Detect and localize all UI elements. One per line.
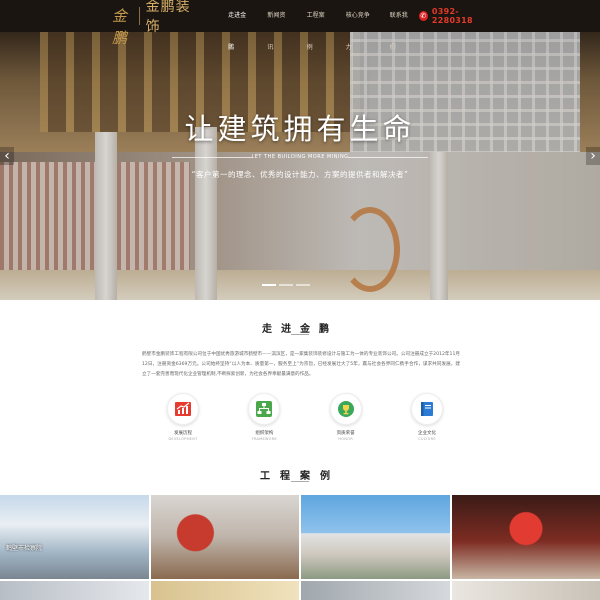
feature-label-en: DEVELOPMENT bbox=[168, 437, 198, 441]
feature-development[interactable]: 发展历程 DEVELOPMENT bbox=[160, 393, 206, 441]
case-item[interactable]: 鹤壁市检察院 bbox=[0, 495, 149, 600]
case-image-next-row bbox=[301, 581, 450, 600]
banner-dot[interactable] bbox=[279, 284, 293, 286]
banner-pagination bbox=[262, 284, 310, 286]
feature-label-en: HONOR bbox=[338, 437, 353, 441]
feature-culture[interactable]: 企业文化 CULTURE bbox=[404, 393, 450, 441]
banner-subtitle-cn: “客户第一的理念、优秀的设计能力、方案的提供者和解决者” bbox=[191, 170, 409, 179]
about-features: 发展历程 DEVELOPMENT 组织架构 FRAMEWORK 资质荣誉 HON… bbox=[160, 393, 450, 441]
banner-subtitle-en: LET THE BUILDING MORE MINING bbox=[251, 154, 349, 160]
growth-chart-icon bbox=[175, 402, 191, 416]
logo-mark: 金鹏 bbox=[112, 7, 128, 47]
case-item[interactable] bbox=[301, 495, 450, 600]
feature-circle bbox=[167, 393, 199, 425]
nav-item-contact[interactable]: 联系我们 bbox=[380, 0, 419, 51]
book-icon bbox=[420, 402, 433, 416]
banner-prev-arrow-icon[interactable]: ‹ bbox=[0, 147, 14, 165]
about-title-underline bbox=[291, 334, 309, 335]
case-item[interactable] bbox=[150, 495, 299, 600]
about-description: 鹤壁市金鹏装饰工程有限公司位于中国优秀旅游城市鹤壁市——淇滨区，是一家集装饰装修… bbox=[142, 352, 460, 377]
feature-label: 企业文化 bbox=[417, 431, 436, 436]
feature-circle bbox=[329, 393, 362, 425]
banner-next-arrow-icon[interactable]: › bbox=[586, 147, 600, 165]
hero-banner: 让建筑拥有生命 LET THE BUILDING MORE MINING “客户… bbox=[0, 32, 600, 300]
site-logo[interactable]: 金鹏 金鹏装饰 bbox=[112, 0, 198, 47]
nav-item-competence[interactable]: 核心竞争力 bbox=[336, 0, 380, 51]
case-image-next-row bbox=[0, 581, 149, 600]
feature-framework[interactable]: 组织架构 FRAMEWORK bbox=[241, 393, 287, 441]
trophy-icon bbox=[337, 401, 354, 417]
case-image bbox=[150, 495, 299, 579]
top-header: 金鹏 金鹏装饰 走进金鹏 新闻资讯 工程案例 核心竞争力 联系我们 ✆ 0392… bbox=[0, 0, 600, 51]
about-section-title: 走进金鹏 bbox=[262, 324, 338, 335]
logo-divider bbox=[138, 7, 140, 25]
nav-item-news[interactable]: 新闻资讯 bbox=[257, 0, 296, 51]
banner-dot[interactable] bbox=[262, 284, 276, 286]
logo-text: 金鹏装饰 bbox=[145, 0, 191, 35]
phone-number: 0392-2280318 bbox=[431, 7, 473, 25]
feature-label-en: FRAMEWORK bbox=[251, 437, 277, 441]
main-nav: 走进金鹏 新闻资讯 工程案例 核心竞争力 联系我们 bbox=[218, 0, 419, 51]
feature-label-en: CULTURE bbox=[418, 437, 436, 441]
case-image bbox=[301, 495, 450, 579]
case-image-next-row bbox=[150, 581, 299, 600]
banner-title: 让建筑拥有生命 bbox=[184, 112, 416, 146]
case-image-next-row bbox=[451, 581, 600, 600]
banner-overlay bbox=[0, 32, 600, 300]
cases-title-underline bbox=[291, 481, 309, 482]
banner-subtitle-line-right bbox=[348, 157, 428, 158]
phone-contact[interactable]: ✆ 0392-2280318 bbox=[419, 7, 492, 25]
cases-grid: 鹤壁市检察院 bbox=[0, 495, 600, 600]
feature-label: 资质荣誉 bbox=[336, 431, 355, 436]
case-caption: 鹤壁市检察院 bbox=[6, 545, 43, 552]
feature-circle bbox=[410, 393, 443, 425]
banner-dot[interactable] bbox=[296, 284, 310, 286]
feature-honor[interactable]: 资质荣誉 HONOR bbox=[323, 393, 369, 441]
phone-icon: ✆ bbox=[419, 11, 428, 21]
case-item[interactable] bbox=[451, 495, 600, 600]
feature-label: 组织架构 bbox=[255, 431, 274, 436]
nav-item-cases[interactable]: 工程案例 bbox=[297, 0, 336, 51]
feature-label: 发展历程 bbox=[174, 431, 192, 436]
feature-circle bbox=[248, 393, 281, 425]
case-image bbox=[451, 495, 600, 579]
nav-item-about[interactable]: 走进金鹏 bbox=[218, 0, 257, 51]
cases-section-title: 工程案例 bbox=[260, 471, 340, 482]
case-image bbox=[0, 495, 149, 579]
org-chart-icon bbox=[256, 401, 273, 417]
